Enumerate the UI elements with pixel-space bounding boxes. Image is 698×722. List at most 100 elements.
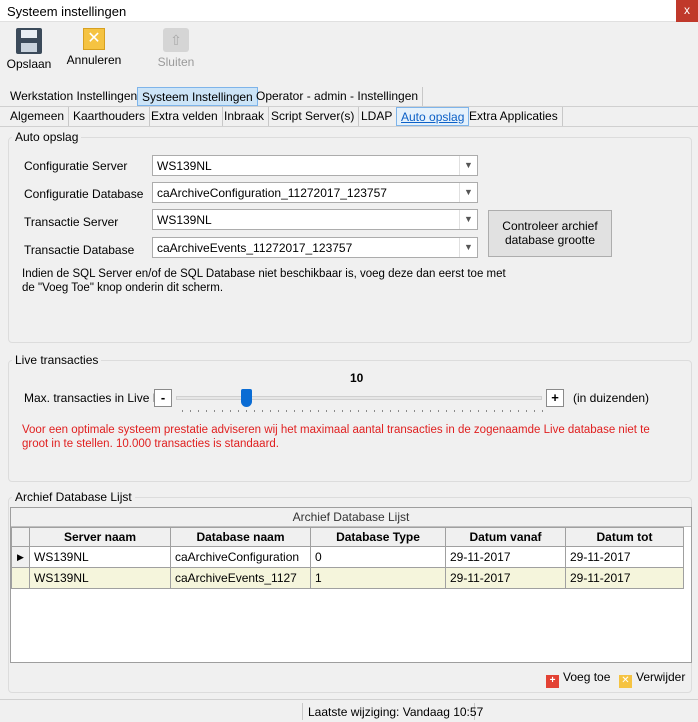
add-label: Voeg toe [563,670,611,684]
decrease-button[interactable]: - [154,389,172,407]
check-archive-size-button[interactable]: Controleer archief database grootte [488,210,612,257]
title-bar: Systeem instellingen x [0,0,698,22]
slider-tick [294,410,295,412]
table-cell[interactable]: 1 [310,567,446,589]
column-header[interactable]: Datum vanaf [445,527,566,547]
table-cell[interactable]: 0 [310,546,446,568]
save-label: Opslaan [6,57,52,71]
slider-tick [302,410,303,412]
slider-tick [366,410,367,412]
row-header-corner [11,527,30,547]
slider-tick [350,410,351,412]
slider-tick [334,410,335,412]
slider-tick [206,410,207,412]
tab-ldap[interactable]: LDAP [357,107,398,126]
slider-tick [534,410,535,412]
close-label: Sluiten [157,55,195,69]
slider-tick [310,410,311,412]
config-db-select[interactable]: caArchiveConfiguration_11272017_123757 ▼ [152,182,478,203]
max-transacties-label: Max. transacties in Live DB: [24,391,173,405]
tab-operator[interactable]: Operator - admin - Instellingen [252,87,424,106]
tab-systeem[interactable]: Systeem Instellingen [137,87,258,106]
archive-group-title: Archief Database Lijst [12,490,135,504]
archive-grid-caption: Archief Database Lijst [11,508,691,527]
slider-tick [382,410,383,412]
slider-tick [278,410,279,412]
trans-db-value: caArchiveEvents_11272017_123757 [157,241,353,255]
table-row[interactable]: WS139NL caArchiveEvents_1127 1 29-11-201… [11,567,684,589]
tab-auto-opslag[interactable]: Auto opslag [396,107,470,126]
trans-db-label: Transactie Database [24,243,135,257]
tab-algemeen[interactable]: Algemeen [6,107,70,126]
increase-button[interactable]: + [546,389,564,407]
trans-db-select[interactable]: caArchiveEvents_11272017_123757 ▼ [152,237,478,258]
column-header[interactable]: Datum tot [565,527,684,547]
slider-tick [390,410,391,412]
close-window-button[interactable]: x [676,0,698,22]
delete-icon: ✕ [619,675,632,688]
remove-button[interactable]: ✕ Verwijder [619,669,685,688]
slider-tick [398,410,399,412]
slider-tick [374,410,375,412]
table-cell[interactable]: WS139NL [29,546,171,568]
main-tabs: Werkstation Instellingen Systeem Instell… [0,87,698,106]
slider-tick [438,410,439,412]
slider-track[interactable] [176,396,542,400]
config-server-value: WS139NL [157,159,212,173]
config-db-value: caArchiveConfiguration_11272017_123757 [157,186,387,200]
slider-tick [214,410,215,412]
table-cell[interactable]: WS139NL [29,567,171,589]
column-header[interactable]: Database Type [310,527,446,547]
slider-tick [238,410,239,412]
slider-tick [318,410,319,412]
chevron-down-icon: ▼ [459,156,477,175]
slider-tick [470,410,471,412]
table-cell[interactable]: caArchiveConfiguration [170,546,311,568]
status-text: Laatste wijziging: Vandaag 10:57 [308,705,484,719]
table-cell[interactable]: caArchiveEvents_1127 [170,567,311,589]
cancel-label: Annuleren [66,53,122,67]
tab-extra-velden[interactable]: Extra velden [147,107,223,126]
info-line1: Indien de SQL Server en/of de SQL Databa… [22,268,506,280]
live-transacties-title: Live transacties [12,353,102,367]
slider-tick [510,410,511,412]
chevron-down-icon: ▼ [459,238,477,257]
tab-kaarthouders[interactable]: Kaarthouders [69,107,151,126]
slider-tick [542,410,543,412]
warning-line2: groot in te stellen. 10.000 transacties … [22,438,279,450]
column-header[interactable]: Database naam [170,527,311,547]
column-header[interactable]: Server naam [29,527,171,547]
tab-werkstation[interactable]: Werkstation Instellingen [6,87,143,106]
config-db-label: Configuratie Database [24,187,144,201]
tab-inbraak[interactable]: Inbraak [220,107,270,126]
close-icon: ⇧ [163,28,189,52]
close-button[interactable]: ⇧ Sluiten [150,28,202,69]
table-cell[interactable]: 29-11-2017 [565,546,684,568]
plus-icon: + [546,675,559,688]
table-row[interactable]: ▶ WS139NL caArchiveConfiguration 0 29-11… [11,546,684,568]
trans-server-select[interactable]: WS139NL ▼ [152,209,478,230]
slider-tick [494,410,495,412]
table-cell[interactable]: 29-11-2017 [445,567,566,589]
slider-value: 10 [350,371,364,385]
table-cell[interactable]: 29-11-2017 [565,567,684,589]
cancel-icon: ✕ [83,28,105,50]
slider-tick [526,410,527,412]
slider-tick [254,410,255,412]
archive-grid: Archief Database Lijst Server naam Datab… [10,507,692,663]
slider-tick [446,410,447,412]
info-line2: de "Voeg Toe" knop onderin dit scherm. [22,282,224,294]
config-server-select[interactable]: WS139NL ▼ [152,155,478,176]
trans-server-value: WS139NL [157,213,212,227]
slider-tick [486,410,487,412]
slider-tick [286,410,287,412]
table-cell[interactable]: 29-11-2017 [445,546,566,568]
slider-thumb[interactable] [240,389,252,407]
trans-server-label: Transactie Server [24,215,119,229]
save-button[interactable]: Opslaan [6,28,52,71]
cancel-button[interactable]: ✕ Annuleren [64,28,124,67]
add-button[interactable]: + Voeg toe [546,669,610,688]
chevron-down-icon: ▼ [459,210,477,229]
tab-extra-applicaties[interactable]: Extra Applicaties [465,107,563,126]
tab-script-servers[interactable]: Script Server(s) [267,107,360,126]
